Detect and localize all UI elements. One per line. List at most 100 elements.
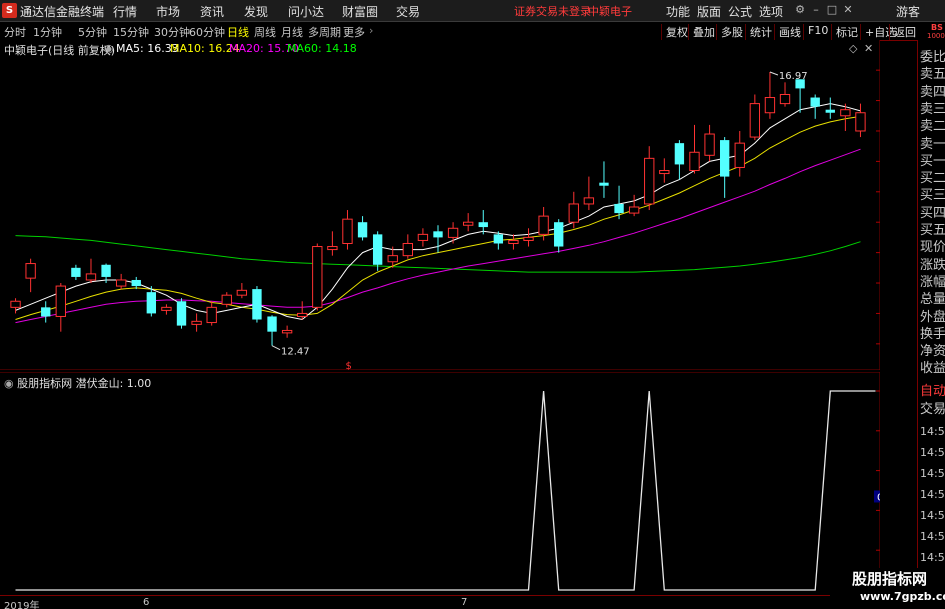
chart-title: 中颖电子(日线 前复权) [4, 44, 116, 57]
side-panel-item: 外盘 [920, 309, 945, 325]
indicator-title: 股朋指标网 潜伏金山: 1.00 [17, 377, 152, 390]
candle-body [644, 157, 655, 205]
candle-body [221, 294, 232, 305]
candle-body [764, 97, 776, 114]
user-label[interactable]: 游客 [896, 3, 920, 20]
side-panel-item: 总量 [920, 292, 945, 308]
menu-zixun[interactable]: 资讯 [200, 3, 224, 20]
tab-daily[interactable]: 日线 [227, 24, 249, 40]
low-price-label: 12.47 [281, 347, 310, 358]
side-panel-item: 卖三 [920, 101, 945, 117]
candle-body [749, 103, 761, 138]
candle-body [161, 306, 172, 311]
candle-body [71, 267, 81, 277]
candle-body [85, 273, 97, 281]
candle-body [252, 289, 262, 320]
side-panel-item: 换手 [920, 326, 945, 342]
menu-caifuquan[interactable]: 财富圈 [342, 3, 378, 20]
candle-body [538, 215, 549, 235]
candle-body [674, 143, 685, 165]
tongji-button[interactable]: 统计 [745, 24, 772, 40]
tab-monthly[interactable]: 月线 [281, 24, 303, 40]
menu-banmian[interactable]: 版面 [697, 3, 721, 20]
candle-body [614, 203, 624, 214]
watermark-title: 股朋指标网 [852, 570, 928, 588]
menu-gongneng[interactable]: 功能 [666, 3, 690, 20]
side-panel-item: 涨跌 [920, 257, 945, 273]
candle-body [115, 279, 127, 287]
side-panel-item: 14:56 [920, 446, 945, 459]
f10-button[interactable]: F10 [803, 24, 828, 40]
tab-15min[interactable]: 15分钟 [113, 24, 149, 40]
indicator-chart[interactable]: 1.000.800.600.400.200.47 [0, 372, 880, 594]
tab-multi-period[interactable]: 多周期 [308, 24, 341, 40]
side-panel-item: 净资 [920, 344, 945, 360]
biaoji-button[interactable]: 标记 [831, 24, 858, 40]
title-bar: S 通达信金融终端 行情 市场 资讯 发现 问小达 财富圈 交易 证券交易未登录… [0, 0, 945, 22]
date-axis: 2019年 6 7 [0, 595, 880, 609]
candle-body [372, 234, 383, 265]
more-chevron-icon[interactable]: › [369, 24, 373, 37]
menu-wenxiaoda[interactable]: 问小达 [288, 3, 324, 20]
tab-5min[interactable]: 5分钟 [78, 24, 107, 40]
candle-body [206, 306, 217, 324]
huaxian-button[interactable]: 画线 [774, 24, 801, 40]
minimize-icon[interactable]: – [809, 3, 823, 17]
watermark: 股朋指标网 www.7gpzb.com [830, 568, 945, 609]
tab-fenshi[interactable]: 分时 [4, 24, 26, 40]
candle-body [357, 222, 368, 238]
menu-shichang[interactable]: 市场 [156, 3, 180, 20]
side-panel-item: 现价 [920, 240, 945, 256]
side-panel-item: 14:56 [920, 509, 945, 522]
side-panel-item: 卖二 [920, 119, 945, 135]
side-panel-item: 卖五 [920, 67, 945, 83]
close-icon[interactable]: ✕ [841, 3, 855, 17]
settings-icon[interactable]: ⚙ [793, 3, 807, 17]
candle-body [267, 316, 277, 332]
tab-60min[interactable]: 60分钟 [189, 24, 225, 40]
candle-body [417, 233, 429, 241]
menu-xuanxiang[interactable]: 选项 [759, 3, 783, 20]
side-panel-item: 买四 [920, 205, 945, 221]
candle-body [523, 236, 534, 241]
diejia-button[interactable]: 叠加 [688, 24, 715, 40]
candle-body [312, 246, 323, 308]
menu-hangqing[interactable]: 行情 [113, 3, 137, 20]
menu-jiaoyi[interactable]: 交易 [396, 3, 420, 20]
app-logo-icon: S [2, 3, 17, 18]
candle-body [327, 246, 338, 251]
close-chart-icon[interactable]: ✕ [864, 42, 873, 55]
candle [312, 243, 323, 311]
indicator-toggle-icon[interactable]: ◉ [4, 377, 17, 390]
ma-toggle-icon[interactable]: ◉ [104, 42, 114, 55]
side-panel-item: 买一 [920, 153, 945, 169]
candle [176, 298, 187, 329]
back-button[interactable]: 返回 [889, 24, 917, 40]
side-panel-item: 卖四 [920, 84, 945, 100]
tab-30min[interactable]: 30分钟 [154, 24, 190, 40]
menu-gongshi[interactable]: 公式 [728, 3, 752, 20]
candle-body [840, 109, 851, 117]
candle-body [779, 93, 791, 105]
candle-body [568, 203, 579, 223]
fuquan-button[interactable]: 复权 [661, 24, 688, 40]
event-marker-icon: $ [345, 361, 351, 370]
candle-body [447, 227, 459, 238]
candle [252, 286, 262, 323]
side-panel-item: 买五 [920, 223, 945, 238]
candle-body [734, 142, 745, 168]
menu-faxian[interactable]: 发现 [244, 3, 268, 20]
candle-body [101, 264, 111, 277]
duogu-button[interactable]: 多股 [716, 24, 743, 40]
candle-body [855, 112, 866, 132]
tab-weekly[interactable]: 周线 [254, 24, 276, 40]
candle-body [146, 292, 157, 314]
bs-label: BS [931, 23, 943, 32]
diamond-icon[interactable]: ◇ [849, 42, 857, 55]
kline-chart[interactable]: 17.0016.5016.0015.5015.0014.5014.0013.50… [0, 40, 880, 370]
maximize-icon[interactable]: □ [825, 3, 839, 17]
tab-more[interactable]: 更多 [343, 24, 365, 40]
tab-1min[interactable]: 1分钟 [33, 24, 62, 40]
candle-body [810, 97, 820, 107]
login-status[interactable]: 证券交易未登录 [514, 3, 591, 19]
